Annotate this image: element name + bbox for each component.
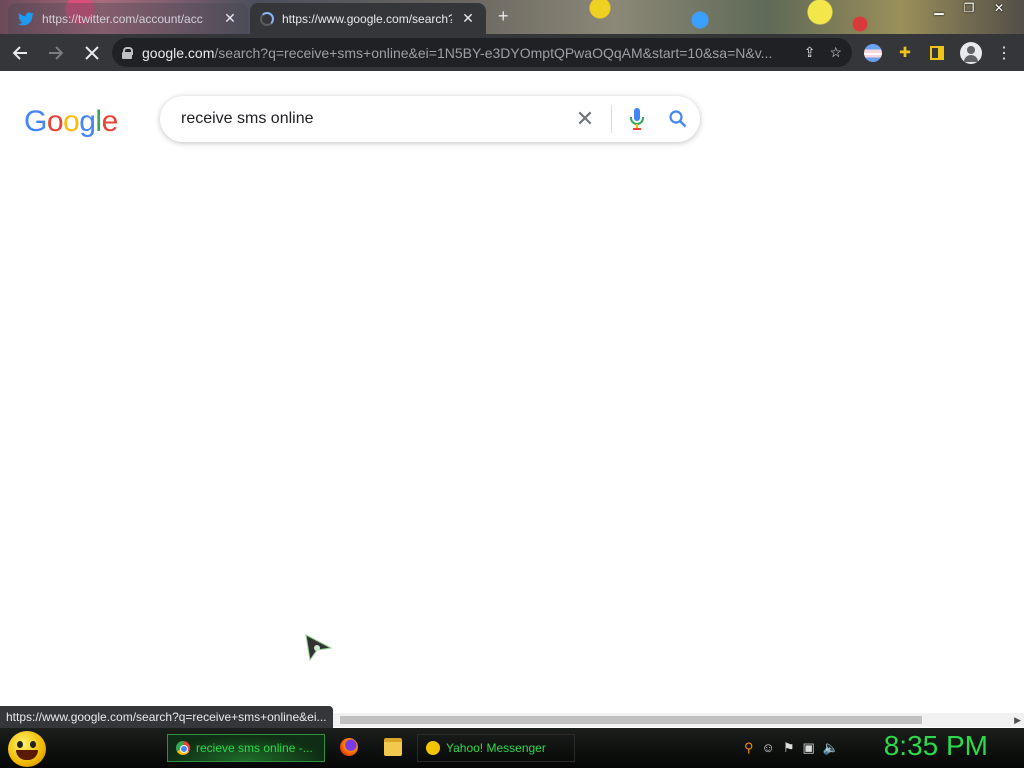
start-smiley-icon[interactable] bbox=[8, 731, 46, 767]
back-button[interactable] bbox=[4, 37, 36, 69]
close-icon[interactable]: ✕ bbox=[460, 10, 476, 27]
messenger-tray-icon[interactable]: ☺ bbox=[762, 740, 775, 756]
browser-toolbar: google.com/search?q=receive+sms+online&e… bbox=[0, 34, 1024, 71]
google-results-page: Google receive sms online ✕ bbox=[0, 71, 1024, 713]
twitter-icon bbox=[18, 11, 34, 25]
firefox-icon[interactable] bbox=[340, 738, 358, 756]
search-submit-button[interactable] bbox=[656, 110, 700, 128]
scrollbar-thumb[interactable] bbox=[340, 716, 922, 724]
close-window-icon[interactable]: ✕ bbox=[984, 0, 1014, 16]
side-panel-icon bbox=[930, 45, 944, 60]
back-arrow-icon bbox=[12, 45, 27, 60]
tab-title: https://twitter.com/account/acc bbox=[42, 11, 203, 26]
taskbar-item-label: Yahoo! Messenger bbox=[446, 741, 546, 755]
close-icon[interactable]: ✕ bbox=[222, 10, 238, 27]
forward-arrow-icon bbox=[49, 45, 64, 60]
action-center-flag-icon[interactable]: ⚑ bbox=[783, 740, 795, 756]
voice-search-button[interactable] bbox=[618, 108, 656, 130]
search-icon bbox=[669, 110, 687, 128]
side-panel-button[interactable] bbox=[928, 44, 946, 62]
tab-google-search[interactable]: https://www.google.com/search? ✕ bbox=[250, 3, 486, 34]
taskbar-item-yahoo-messenger[interactable]: Yahoo! Messenger bbox=[417, 734, 575, 762]
logo-letter: g bbox=[79, 105, 96, 138]
link-status-bar: https://www.google.com/search?q=receive+… bbox=[0, 706, 333, 728]
google-logo[interactable]: Google bbox=[24, 105, 118, 139]
extensions-area: ✚ ⋮ bbox=[864, 38, 1012, 67]
profile-avatar-icon[interactable] bbox=[960, 41, 982, 64]
search-input[interactable]: receive sms online bbox=[181, 110, 565, 128]
tab-twitter[interactable]: https://twitter.com/account/acc ✕ bbox=[8, 3, 248, 34]
tab-strip: https://twitter.com/account/acc ✕ https:… bbox=[0, 0, 1024, 34]
omnibox-actions: ⇪ ☆ bbox=[804, 44, 842, 61]
network-icon[interactable]: ▣ bbox=[802, 740, 814, 756]
logo-letter: e bbox=[101, 105, 119, 138]
url-path: /search?q=receive+sms+online&ei=1N5BY-e3… bbox=[214, 44, 773, 61]
window-controls: ▁ ❐ ✕ bbox=[924, 0, 1014, 16]
bookmark-star-icon[interactable]: ☆ bbox=[829, 44, 842, 61]
yahoo-messenger-icon bbox=[426, 741, 440, 755]
taskbar: recieve sms online -... Yahoo! Messenger… bbox=[0, 728, 1024, 768]
share-icon[interactable]: ⇪ bbox=[804, 44, 816, 61]
scroll-right-icon[interactable]: ▶ bbox=[1014, 715, 1021, 726]
clear-search-icon[interactable]: ✕ bbox=[565, 106, 605, 132]
kebab-menu-icon[interactable]: ⋮ bbox=[996, 43, 1012, 63]
url-host: google.com bbox=[142, 44, 215, 61]
system-tray: ⚲ ☺ ⚑ ▣ 🔈 bbox=[744, 740, 839, 756]
taskbar-item-chrome[interactable]: recieve sms online -... bbox=[167, 734, 325, 762]
tab-title: https://www.google.com/search? bbox=[282, 11, 452, 26]
stop-button[interactable] bbox=[76, 37, 108, 69]
minimize-icon[interactable]: ▁ bbox=[924, 0, 954, 16]
taskbar-item-label: recieve sms online -... bbox=[196, 741, 313, 755]
microphone-icon bbox=[630, 108, 644, 130]
mouse-cursor-icon bbox=[305, 634, 333, 662]
volume-icon[interactable]: 🔈 bbox=[823, 740, 839, 756]
search-box[interactable]: receive sms online ✕ bbox=[160, 96, 700, 142]
lock-icon[interactable] bbox=[122, 46, 133, 59]
search-divider bbox=[611, 105, 612, 133]
stop-x-icon bbox=[85, 45, 99, 60]
logo-letter: G bbox=[24, 105, 47, 138]
puzzle-extensions-icon[interactable]: ✚ bbox=[896, 44, 914, 62]
forward-button[interactable] bbox=[40, 37, 72, 69]
logo-letter: o bbox=[63, 105, 80, 138]
flag-extension-icon[interactable] bbox=[864, 43, 882, 62]
chrome-icon bbox=[176, 741, 190, 755]
logo-letter: o bbox=[46, 105, 64, 138]
folder-icon[interactable] bbox=[384, 738, 402, 756]
address-bar[interactable]: google.com/search?q=receive+sms+online&e… bbox=[112, 38, 852, 67]
loading-spinner-icon bbox=[260, 11, 274, 26]
address-url[interactable]: google.com/search?q=receive+sms+online&e… bbox=[142, 45, 804, 61]
new-tab-button[interactable]: + bbox=[498, 6, 509, 27]
restore-icon[interactable]: ❐ bbox=[954, 0, 984, 16]
taskbar-clock[interactable]: 8:35 PM bbox=[884, 730, 988, 762]
search-tray-icon[interactable]: ⚲ bbox=[744, 740, 754, 756]
